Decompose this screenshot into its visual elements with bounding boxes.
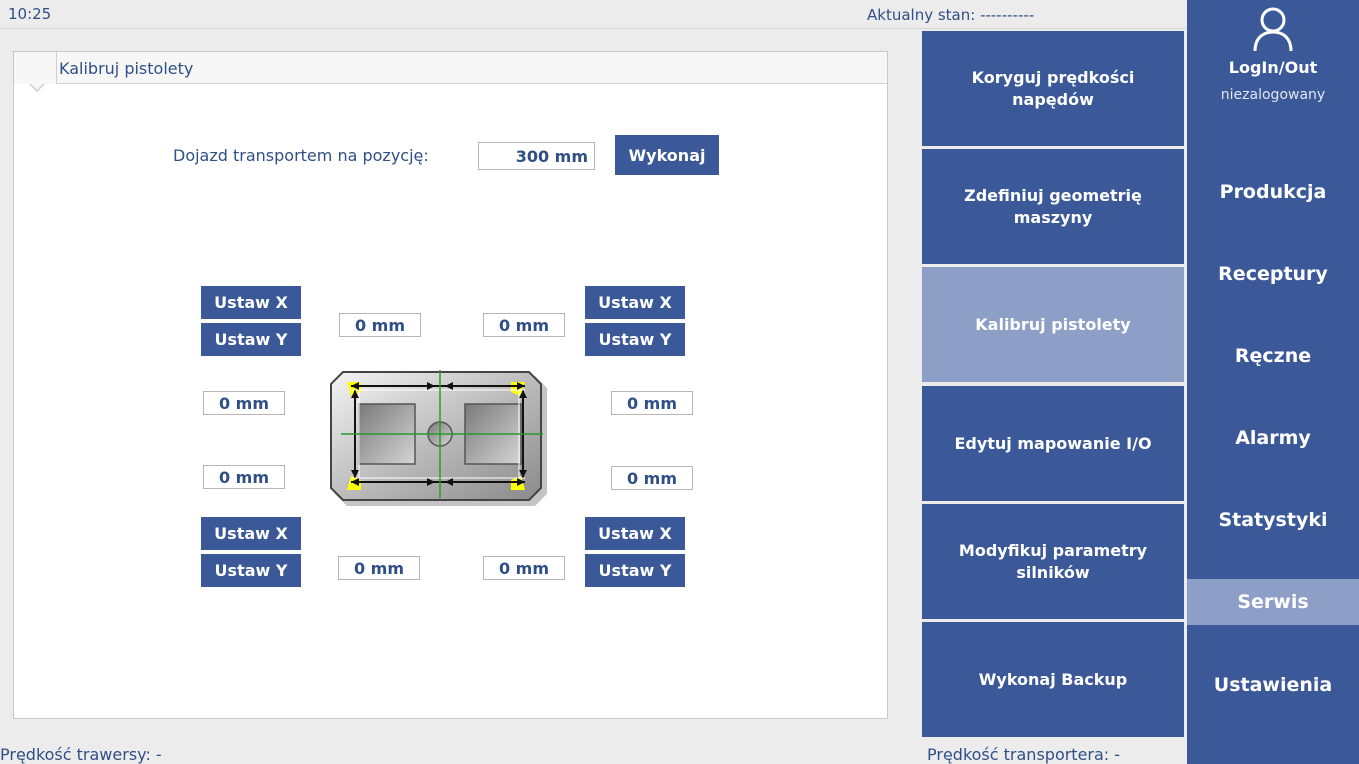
panel-tab-marker [14, 52, 57, 92]
top-left-x-field[interactable]: 0 mm [339, 313, 421, 337]
execute-button[interactable]: Wykonaj [615, 135, 719, 175]
top-left-set-x-button[interactable]: Ustaw X [201, 286, 301, 319]
transport-position-label: Dojazd transportem na pozycję: [173, 146, 429, 165]
left-upper-y-field[interactable]: 0 mm [203, 391, 285, 415]
top-right-set-y-button[interactable]: Ustaw Y [585, 323, 685, 356]
top-right-x-field[interactable]: 0 mm [483, 313, 565, 337]
nav-service[interactable]: Serwis [1187, 579, 1359, 625]
bottom-left-set-x-button[interactable]: Ustaw X [201, 517, 301, 550]
login-button[interactable]: LogIn/Out [1187, 58, 1359, 77]
bottom-right-set-x-button[interactable]: Ustaw X [585, 517, 685, 550]
user-icon[interactable] [1253, 6, 1293, 52]
nav-production[interactable]: Produkcja [1187, 169, 1359, 215]
transporter-speed-status: Prędkość transportera: - [927, 745, 1121, 764]
define-machine-geometry-button[interactable]: Zdefiniuj geometrię maszyny [922, 149, 1184, 264]
traverse-speed-status: Prędkość trawersy: - [0, 745, 162, 764]
bottom-right-x-field[interactable]: 0 mm [483, 556, 565, 580]
machine-state: Aktualny stan: ---------- [867, 6, 1035, 24]
modify-motor-parameters-button[interactable]: Modyfikuj parametry silników [922, 504, 1184, 619]
part-calibration-diagram [330, 370, 547, 506]
panel-header: Kalibruj pistolety [14, 52, 887, 92]
main-navigation: LogIn/Out niezalogowany Produkcja Recept… [1187, 0, 1359, 764]
top-bar: 10:25 Aktualny stan: ---------- [0, 0, 1187, 29]
right-lower-y-field[interactable]: 0 mm [611, 466, 693, 490]
top-left-set-y-button[interactable]: Ustaw Y [201, 323, 301, 356]
bottom-right-set-y-button[interactable]: Ustaw Y [585, 554, 685, 587]
clock: 10:25 [8, 5, 52, 23]
nav-statistics[interactable]: Statystyki [1187, 497, 1359, 543]
left-lower-y-field[interactable]: 0 mm [203, 465, 285, 489]
transport-position-input[interactable]: 300 mm [478, 142, 595, 170]
bottom-left-x-field[interactable]: 0 mm [338, 556, 420, 580]
nav-settings[interactable]: Ustawienia [1187, 662, 1359, 708]
right-upper-y-field[interactable]: 0 mm [611, 391, 693, 415]
nav-manual[interactable]: Ręczne [1187, 333, 1359, 379]
bottom-left-set-y-button[interactable]: Ustaw Y [201, 554, 301, 587]
nav-recipes[interactable]: Receptury [1187, 251, 1359, 297]
nav-alarms[interactable]: Alarmy [1187, 415, 1359, 461]
panel-title: Kalibruj pistolety [59, 59, 194, 78]
calibrate-guns-button[interactable]: Kalibruj pistolety [922, 267, 1184, 382]
top-right-set-x-button[interactable]: Ustaw X [585, 286, 685, 319]
correct-drive-speeds-button[interactable]: Koryguj prędkości napędów [922, 31, 1184, 146]
backup-button[interactable]: Wykonaj Backup [922, 622, 1184, 737]
edit-io-mapping-button[interactable]: Edytuj mapowanie I/O [922, 386, 1184, 501]
login-status: niezalogowany [1220, 87, 1326, 103]
